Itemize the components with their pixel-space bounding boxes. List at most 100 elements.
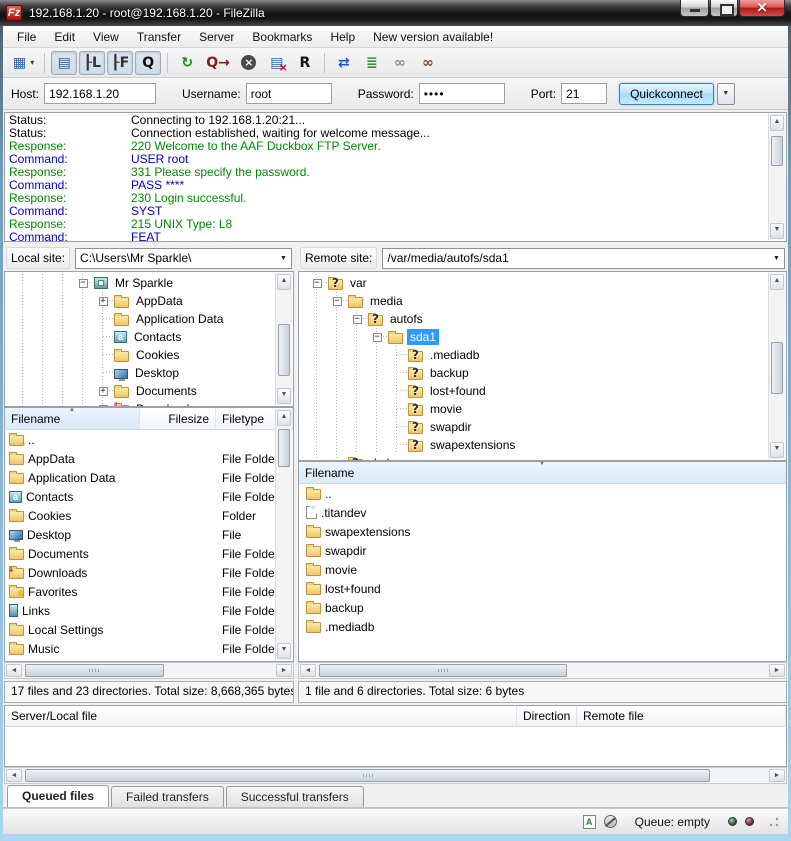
file-row-music[interactable]: MusicFile Folder <box>5 639 293 658</box>
file-row-backup[interactable]: backup <box>299 598 786 617</box>
column-header-filesize[interactable]: Filesize <box>140 408 216 429</box>
tree-item-autofs[interactable]: −autofs <box>307 310 766 328</box>
tree-expander[interactable]: − <box>347 310 367 328</box>
queue-column-server-local-file[interactable]: Server/Local file <box>5 706 517 726</box>
file-row-item[interactable]: .. <box>5 430 293 449</box>
tree-expander[interactable]: − <box>327 292 347 310</box>
remote-site-path-input[interactable] <box>383 251 769 265</box>
scroll-down-icon[interactable] <box>277 388 291 404</box>
tree-item-appdata[interactable]: +AppData <box>13 292 273 310</box>
tree-item-dvd[interactable]: dvd <box>307 454 766 461</box>
view-filters-icon[interactable]: ≣ <box>359 51 385 75</box>
local-treeview-toggle-icon[interactable]: ┠L <box>79 51 105 75</box>
queue-toggle-icon[interactable]: Q <box>135 51 161 75</box>
tree-expander[interactable]: + <box>93 382 113 400</box>
remote-tree-scrollbar[interactable] <box>768 273 785 459</box>
tree-item-application-data[interactable]: Application Data <box>13 310 273 328</box>
tree-item-downloads[interactable]: +Downloads <box>13 400 273 407</box>
find-files-icon[interactable]: ∞ <box>415 51 441 75</box>
tree-item-desktop[interactable]: Desktop <box>13 364 273 382</box>
file-row-swapdir[interactable]: swapdir <box>299 541 786 560</box>
local-tree-scrollbar[interactable] <box>275 273 292 405</box>
chevron-down-icon[interactable]: ▾ <box>30 58 34 67</box>
file-row-lost-found[interactable]: lost+found <box>299 579 786 598</box>
menu-item-transfer[interactable]: Transfer <box>129 28 189 46</box>
menu-item-edit[interactable]: Edit <box>46 28 83 46</box>
local-list-hscrollbar[interactable] <box>4 662 294 679</box>
remote-treeview-toggle-icon[interactable]: ┠F <box>107 51 133 75</box>
password-input[interactable] <box>419 83 505 104</box>
tree-item-cookies[interactable]: Cookies <box>13 346 273 364</box>
tab-successful-transfers[interactable]: Successful transfers <box>226 786 364 807</box>
scrollbar-thumb[interactable] <box>319 664 567 677</box>
refresh-icon[interactable]: ↻ <box>174 51 200 75</box>
site-manager-icon[interactable]: ▦▾ <box>9 51 38 75</box>
scrollbar-thumb[interactable] <box>25 664 164 677</box>
scroll-down-icon[interactable] <box>277 643 291 659</box>
local-list-scrollbar[interactable] <box>275 409 292 660</box>
tree-item-documents[interactable]: +Documents <box>13 382 273 400</box>
tree-item-contacts[interactable]: Contacts <box>13 328 273 346</box>
scroll-right-icon[interactable] <box>769 664 785 677</box>
scroll-left-icon[interactable] <box>6 664 22 677</box>
username-input[interactable] <box>246 83 332 104</box>
tree-item-swapextensions[interactable]: swapextensions <box>307 436 766 454</box>
file-row-appdata[interactable]: AppDataFile Folder <box>5 449 293 468</box>
tab-failed-transfers[interactable]: Failed transfers <box>111 786 224 807</box>
file-row-movie[interactable]: movie <box>299 560 786 579</box>
file-row-item[interactable]: .. <box>299 484 786 503</box>
scroll-left-icon[interactable] <box>6 769 22 782</box>
tree-item-mediadb[interactable]: .mediadb <box>307 346 766 364</box>
host-input[interactable] <box>44 83 156 104</box>
process-queue-icon[interactable]: Q→ <box>202 51 234 75</box>
reconnect-icon[interactable]: R <box>292 51 318 75</box>
quickconnect-button[interactable]: Quickconnect <box>619 83 714 105</box>
port-input[interactable] <box>561 83 607 104</box>
tree-item-swapdir[interactable]: swapdir <box>307 418 766 436</box>
tree-item-movie[interactable]: movie <box>307 400 766 418</box>
quickconnect-dropdown-button[interactable] <box>717 83 735 105</box>
scroll-up-icon[interactable] <box>770 274 784 290</box>
synchronized-browsing-icon[interactable]: ∞ <box>387 51 413 75</box>
file-row-titandev[interactable]: .titandev <box>299 503 786 522</box>
speed-limits-icon[interactable] <box>604 815 617 828</box>
queue-column-direction[interactable]: Direction <box>517 706 577 726</box>
file-row-desktop[interactable]: DesktopFile <box>5 525 293 544</box>
tab-queued-files[interactable]: Queued files <box>7 785 109 807</box>
chevron-down-icon[interactable] <box>769 249 784 268</box>
queue-column-remote-file[interactable]: Remote file <box>577 706 786 726</box>
scrollbar-thumb[interactable] <box>771 136 783 166</box>
tree-expander[interactable]: − <box>73 274 93 292</box>
tree-item-backup[interactable]: backup <box>307 364 766 382</box>
directory-comparison-icon[interactable]: ⇄ <box>331 51 357 75</box>
scroll-down-icon[interactable] <box>770 442 784 458</box>
disconnect-icon[interactable]: ▤× <box>264 51 290 75</box>
file-row-links[interactable]: LinksFile Folder <box>5 601 293 620</box>
scroll-up-icon[interactable] <box>277 274 291 290</box>
file-row-documents[interactable]: DocumentsFile Folder <box>5 544 293 563</box>
file-row-favorites[interactable]: FavoritesFile Folder <box>5 582 293 601</box>
maximize-button[interactable] <box>710 0 738 17</box>
file-row-mediadb[interactable]: .mediadb <box>299 617 786 636</box>
tree-item-sda1[interactable]: −sda1 <box>307 328 766 346</box>
scrollbar-thumb[interactable] <box>278 324 290 376</box>
message-log-scrollbar[interactable] <box>768 114 785 240</box>
tree-expander[interactable]: − <box>367 328 387 346</box>
resize-grip-icon[interactable] <box>768 816 780 828</box>
tree-expander[interactable]: + <box>93 400 113 407</box>
scrollbar-thumb[interactable] <box>771 342 783 394</box>
scroll-right-icon[interactable] <box>276 664 292 677</box>
scroll-left-icon[interactable] <box>300 664 316 677</box>
local-site-path-input[interactable] <box>76 251 276 265</box>
local-site-combobox[interactable] <box>75 248 292 269</box>
scroll-down-icon[interactable] <box>770 223 784 239</box>
file-row-contacts[interactable]: ContactsFile Folder <box>5 487 293 506</box>
file-row-swapextensions[interactable]: swapextensions <box>299 522 786 541</box>
scroll-up-icon[interactable] <box>770 115 784 131</box>
tree-item-media[interactable]: −media <box>307 292 766 310</box>
file-row-cookies[interactable]: CookiesFolder <box>5 506 293 525</box>
remote-list-hscrollbar[interactable] <box>298 662 787 679</box>
menu-item-view[interactable]: View <box>85 28 127 46</box>
tree-expander[interactable]: + <box>93 292 113 310</box>
message-log-toggle-icon[interactable]: ▤ <box>51 51 77 75</box>
